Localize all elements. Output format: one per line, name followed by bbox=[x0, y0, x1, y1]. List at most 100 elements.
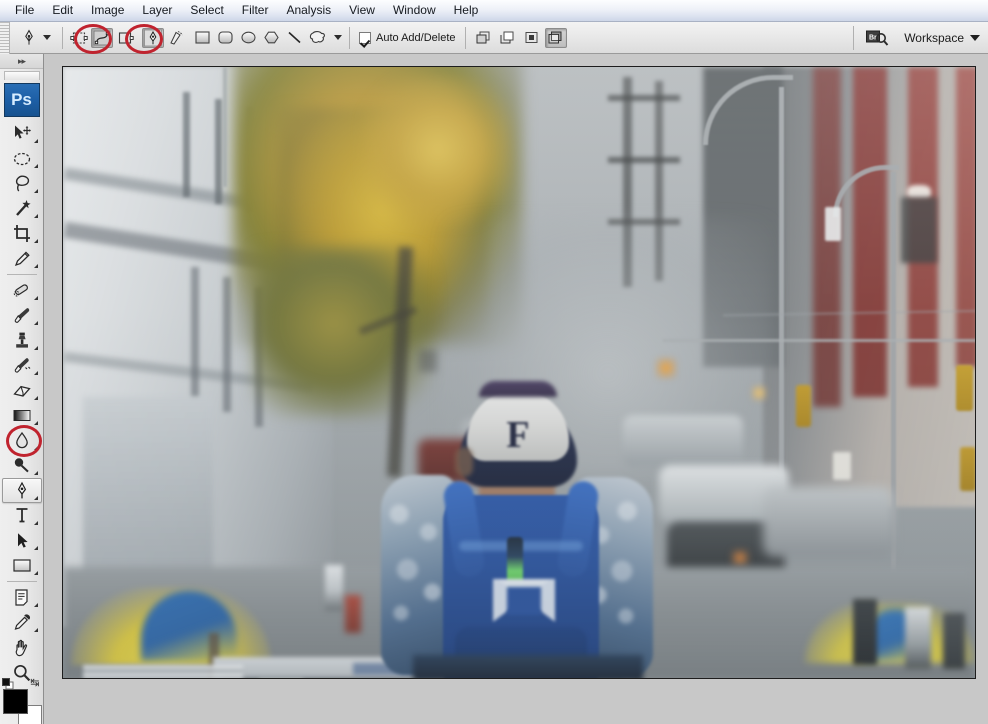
tool-flyout-indicator bbox=[33, 396, 38, 400]
intersect-path-areas-button[interactable] bbox=[521, 28, 543, 48]
pen-tool-button[interactable] bbox=[142, 27, 164, 48]
tool-marquee[interactable] bbox=[2, 146, 42, 171]
workspace-area: Br Workspace bbox=[853, 22, 988, 54]
tool-flyout-indicator bbox=[33, 603, 38, 607]
photoshop-window: File Edit Image Layer Select Filter Anal… bbox=[0, 0, 988, 724]
tool-preset-picker[interactable] bbox=[10, 27, 57, 49]
photoshop-logo: Ps bbox=[3, 83, 40, 117]
swap-colors-icon[interactable]: ↹ bbox=[30, 676, 39, 689]
tool-hand[interactable] bbox=[2, 635, 42, 660]
chevron-down-icon[interactable] bbox=[43, 35, 51, 40]
menu-edit[interactable]: Edit bbox=[43, 1, 82, 20]
auto-add-delete-checkbox[interactable] bbox=[359, 31, 371, 44]
tool-history-brush[interactable] bbox=[2, 353, 42, 378]
divider bbox=[853, 25, 855, 50]
add-to-path-area-button[interactable] bbox=[473, 28, 495, 48]
default-colors-icon[interactable] bbox=[1, 677, 13, 690]
line-tool-button[interactable] bbox=[284, 28, 305, 48]
freeform-pen-tool-button[interactable] bbox=[165, 28, 187, 48]
tool-group-divider bbox=[6, 274, 37, 275]
tool-path-selection[interactable] bbox=[2, 528, 42, 553]
tool-flyout-indicator bbox=[33, 521, 38, 525]
tool-healing-brush[interactable] bbox=[2, 278, 42, 303]
tool-lasso[interactable] bbox=[2, 171, 42, 196]
workspace-chevron-down-icon[interactable] bbox=[970, 34, 980, 41]
document-work-area[interactable]: F bbox=[45, 54, 988, 724]
polygon-tool-button[interactable] bbox=[261, 28, 282, 48]
svg-text:Br: Br bbox=[869, 34, 877, 41]
menu-layer[interactable]: Layer bbox=[133, 1, 181, 20]
tool-blur[interactable] bbox=[2, 428, 42, 453]
tool-move[interactable] bbox=[2, 121, 42, 146]
tools-panel-cap bbox=[3, 71, 40, 80]
tool-group-divider bbox=[6, 581, 37, 582]
tool-flyout-indicator bbox=[33, 346, 38, 350]
tool-notes[interactable] bbox=[2, 585, 42, 610]
menu-filter[interactable]: Filter bbox=[233, 1, 278, 20]
path-mode-group bbox=[68, 27, 136, 48]
menu-image[interactable]: Image bbox=[82, 1, 133, 20]
menu-view[interactable]: View bbox=[340, 1, 384, 20]
bridge-icon[interactable]: Br bbox=[864, 27, 890, 49]
tool-flyout-indicator bbox=[33, 296, 38, 300]
street-photograph: F bbox=[63, 67, 975, 678]
pen-tool-icon bbox=[18, 27, 40, 49]
foreground-color-swatch[interactable] bbox=[2, 689, 28, 714]
pen-tool-group bbox=[142, 27, 187, 48]
menu-select[interactable]: Select bbox=[181, 1, 232, 20]
divider bbox=[62, 26, 63, 49]
tools-panel: ▸▸ Ps ↹ bbox=[0, 54, 44, 724]
fill-pixels-mode-button[interactable] bbox=[114, 28, 136, 48]
tool-flyout-indicator bbox=[33, 471, 38, 475]
subtract-from-path-area-button[interactable] bbox=[497, 28, 519, 48]
tool-flyout-indicator bbox=[33, 239, 38, 243]
tool-flyout-indicator bbox=[33, 496, 38, 500]
tool-rectangle-shape[interactable] bbox=[2, 553, 42, 578]
tool-flyout-indicator bbox=[33, 571, 38, 575]
double-chevron-right-icon: ▸▸ bbox=[17, 55, 26, 66]
options-bar: Auto Add/Delete Br Workspace bbox=[0, 21, 988, 54]
shape-layers-mode-button[interactable] bbox=[68, 28, 90, 48]
tools-panel-collapse-button[interactable]: ▸▸ bbox=[0, 54, 43, 69]
custom-shape-tool-button[interactable] bbox=[307, 28, 328, 48]
menu-file[interactable]: File bbox=[6, 1, 43, 20]
rounded-rectangle-tool-button[interactable] bbox=[215, 28, 236, 48]
shape-tool-group bbox=[192, 28, 342, 48]
tool-flyout-indicator bbox=[33, 446, 38, 450]
workspace-label[interactable]: Workspace bbox=[904, 31, 964, 45]
color-swatches: ↹ bbox=[1, 677, 42, 724]
exclude-overlapping-path-areas-button[interactable] bbox=[544, 27, 567, 48]
paths-mode-button[interactable] bbox=[91, 27, 113, 48]
menu-help[interactable]: Help bbox=[445, 1, 488, 20]
tool-gradient[interactable] bbox=[2, 403, 42, 428]
tool-flyout-indicator bbox=[33, 139, 38, 143]
tool-flyout-indicator bbox=[33, 321, 38, 325]
rectangle-tool-button[interactable] bbox=[192, 28, 213, 48]
menu-window[interactable]: Window bbox=[384, 1, 445, 20]
tool-eyedropper[interactable] bbox=[2, 610, 42, 635]
tool-dodge[interactable] bbox=[2, 453, 42, 478]
tool-eraser[interactable] bbox=[2, 378, 42, 403]
tool-type[interactable] bbox=[2, 503, 42, 528]
tool-flyout-indicator bbox=[33, 264, 38, 268]
tool-eyedropper-slice[interactable] bbox=[2, 246, 42, 271]
tool-pen[interactable] bbox=[1, 478, 42, 503]
tool-flyout-indicator bbox=[33, 546, 38, 550]
document-canvas[interactable]: F bbox=[62, 66, 976, 679]
tool-list bbox=[0, 121, 43, 685]
tool-brush[interactable] bbox=[2, 303, 42, 328]
tool-flyout-indicator bbox=[33, 421, 38, 425]
custom-shape-chevron-down-icon[interactable] bbox=[334, 35, 342, 40]
menu-analysis[interactable]: Analysis bbox=[277, 1, 340, 20]
tool-magic-wand[interactable] bbox=[2, 196, 42, 221]
ellipse-tool-button[interactable] bbox=[238, 28, 259, 48]
options-bar-gripper[interactable] bbox=[0, 21, 10, 54]
tool-flyout-indicator bbox=[33, 214, 38, 218]
divider bbox=[349, 26, 350, 49]
auto-add-delete-row[interactable]: Auto Add/Delete bbox=[357, 31, 458, 44]
tool-flyout-indicator bbox=[33, 164, 38, 168]
tool-crop[interactable] bbox=[2, 221, 42, 246]
auto-add-delete-label: Auto Add/Delete bbox=[376, 31, 456, 44]
tool-clone-stamp[interactable] bbox=[2, 328, 42, 353]
tool-flyout-indicator bbox=[33, 628, 38, 632]
